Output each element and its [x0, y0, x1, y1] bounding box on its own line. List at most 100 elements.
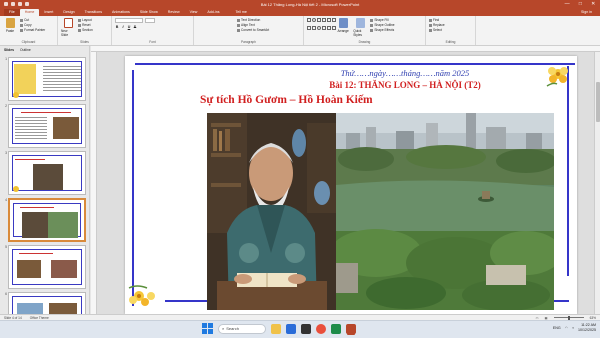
powerpoint-icon[interactable]	[346, 323, 356, 334]
tab-transitions[interactable]: Transitions	[80, 9, 107, 16]
file-explorer-icon[interactable]	[271, 323, 281, 334]
align-text-button[interactable]: Align Text	[237, 23, 269, 27]
vertical-ruler	[91, 52, 97, 330]
tab-animations[interactable]: Animations	[107, 9, 135, 16]
story-title[interactable]: Sự tích Hồ Gươm – Hồ Hoàn Kiếm	[200, 94, 373, 106]
scissors-icon	[20, 18, 24, 22]
quick-access-toolbar[interactable]	[0, 2, 60, 6]
tab-home[interactable]: Home	[19, 9, 40, 16]
zoom-slider[interactable]	[553, 315, 584, 320]
copy-icon	[20, 23, 24, 27]
clock[interactable]: 11:22 AM 10/12/2025	[578, 323, 596, 333]
underline-button[interactable]: U	[127, 25, 131, 29]
paragraph-group: Text Direction Align Text Convert to Sma…	[194, 16, 304, 45]
redo-icon[interactable]	[18, 2, 22, 6]
slide-count-label: Slide 4 of 14	[4, 315, 22, 320]
section-icon	[78, 28, 82, 32]
current-slide[interactable]: Thứ……ngày……tháng……năm 2025 Bài 12: THĂNG…	[125, 56, 577, 314]
shape-outline-button[interactable]: Shape Outline	[370, 23, 395, 27]
effects-icon	[370, 28, 374, 32]
font-name-box[interactable]	[115, 18, 143, 23]
format-painter-button[interactable]: Format Painter	[20, 28, 45, 32]
chrome-icon[interactable]	[316, 323, 326, 334]
thumbnails-tab-outline[interactable]: Outline	[20, 48, 31, 52]
shape-fill-button[interactable]: Shape Fill	[370, 18, 394, 22]
paste-button[interactable]: Paste	[3, 18, 17, 33]
slide-thumbnail[interactable]: 5	[2, 245, 89, 289]
tab-slide-show[interactable]: Slide Show	[135, 9, 163, 16]
slide-sorter-icon[interactable]: ▦	[545, 316, 548, 320]
theme-label: Office Theme	[29, 315, 49, 320]
find-button[interactable]: Find	[429, 18, 445, 22]
tab-insert[interactable]: Insert	[39, 9, 58, 16]
slide-frame-left	[132, 70, 134, 306]
font-group: B I U S Font	[112, 16, 194, 45]
speaker-icon[interactable]: ◖	[572, 326, 574, 330]
editing-group-label: Editing	[445, 40, 456, 44]
close-button[interactable]: ✕	[591, 1, 595, 7]
new-slide-button[interactable]: New Slide	[61, 18, 75, 37]
store-icon[interactable]	[301, 323, 311, 334]
tab-add-ins[interactable]: Add-ins	[202, 9, 224, 16]
font-size-box[interactable]	[145, 18, 155, 23]
hoan-kiem-lake-image[interactable]	[336, 113, 554, 310]
slide-thumbnail[interactable]: 1	[2, 57, 89, 101]
editing-group: Find Replace Select Editing	[426, 16, 476, 45]
smartart-icon	[237, 28, 240, 32]
text-direction-button[interactable]: Text Direction	[237, 18, 269, 22]
thumbnails-tab-slides[interactable]: Slides	[4, 48, 14, 52]
lesson-title[interactable]: Bài 12: THĂNG LONG – HÀ NỘI (T2)	[275, 80, 535, 90]
slide-thumbnail[interactable]: 2	[2, 104, 89, 148]
slides-group-label: Slides	[80, 40, 89, 44]
quick-styles-button[interactable]: Quick Styles	[353, 18, 367, 37]
convert-smartart-button[interactable]: Convert to SmartArt	[237, 28, 269, 32]
slide-editing-area[interactable]: Thứ……ngày……tháng……năm 2025 Bài 12: THĂNG…	[91, 46, 600, 330]
tab-view[interactable]: View	[185, 9, 203, 16]
shapes-gallery[interactable]	[307, 18, 336, 32]
date-line[interactable]: Thứ……ngày……tháng……năm 2025	[275, 68, 535, 78]
minimize-button[interactable]: —	[565, 1, 570, 7]
section-button[interactable]: Section	[78, 28, 93, 32]
replace-button[interactable]: Replace	[429, 23, 445, 27]
windows-taskbar: ⌕ Search ENG ◠ ◖ 11:22 AM 10/12/2025	[0, 320, 600, 338]
search-icon: ⌕	[222, 326, 225, 331]
slide-thumbnail[interactable]: 3	[2, 151, 89, 195]
italic-button[interactable]: I	[121, 25, 125, 29]
vertical-scrollbar[interactable]	[594, 52, 600, 330]
edge-icon[interactable]	[286, 323, 296, 334]
arrange-button[interactable]: Arrange	[336, 18, 350, 33]
save-icon[interactable]	[4, 2, 8, 6]
tab-file[interactable]: File	[4, 9, 20, 16]
windows-start-icon[interactable]	[202, 323, 213, 334]
taskbar-search[interactable]: ⌕ Search	[218, 323, 266, 334]
wifi-icon[interactable]: ◠	[565, 326, 568, 330]
elder-portrait-image[interactable]	[207, 113, 336, 310]
select-icon	[429, 28, 432, 32]
strikethrough-button[interactable]: S	[133, 25, 137, 29]
zoom-level[interactable]: 63%	[590, 316, 596, 320]
sign-in-link[interactable]: Sign in	[573, 9, 600, 16]
slide-thumbnail[interactable]: 4	[2, 198, 89, 242]
tab-review[interactable]: Review	[163, 9, 185, 16]
cut-button[interactable]: Cut	[20, 18, 45, 22]
excel-icon[interactable]	[331, 323, 341, 334]
shape-effects-button[interactable]: Shape Effects	[370, 28, 394, 32]
clipboard-group: Paste Cut Copy Format Painter Clipboard	[0, 16, 58, 45]
maximize-button[interactable]: □	[579, 1, 582, 7]
slide-frame-top	[135, 63, 575, 65]
tell-me-search[interactable]: Tell me	[231, 9, 252, 16]
copy-button[interactable]: Copy	[20, 23, 45, 27]
layout-button[interactable]: Layout	[78, 18, 93, 22]
select-button[interactable]: Select	[429, 28, 445, 32]
title-bar: Bài 12 Thăng Long-Hà Nội tiết 2 - Micros…	[0, 0, 600, 8]
reset-button[interactable]: Reset	[78, 23, 93, 27]
language-indicator[interactable]: ENG	[553, 326, 561, 330]
quick-styles-icon	[355, 18, 365, 28]
normal-view-icon[interactable]: ▭	[536, 316, 539, 320]
bold-button[interactable]: B	[115, 25, 119, 29]
start-slideshow-icon[interactable]	[25, 2, 29, 6]
tab-design[interactable]: Design	[58, 9, 79, 16]
undo-icon[interactable]	[11, 2, 15, 6]
clock-date: 10/12/2025	[578, 328, 596, 332]
scrollbar-thumb[interactable]	[596, 82, 600, 122]
